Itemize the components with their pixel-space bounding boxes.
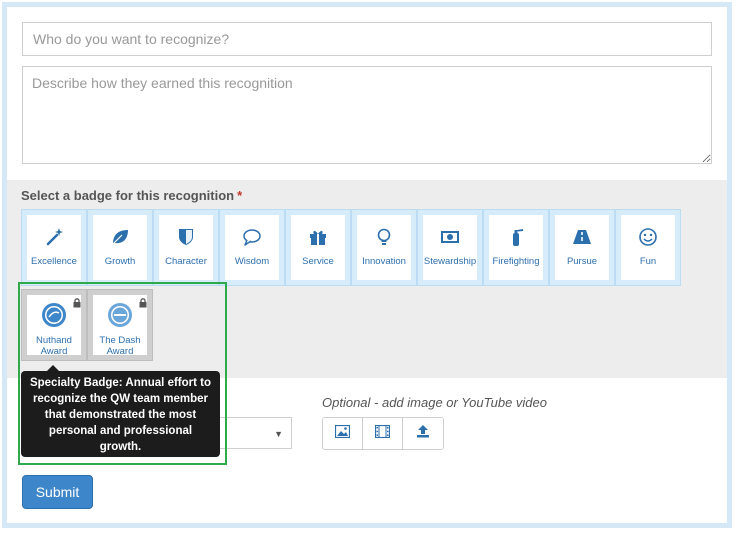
badge-service[interactable]: Service (285, 209, 351, 286)
badge-label: Stewardship (423, 256, 477, 267)
badge-label: Fun (639, 256, 657, 267)
smiley-icon (637, 226, 659, 248)
add-image-button[interactable] (323, 418, 363, 449)
badge-wisdom[interactable]: Wisdom (219, 209, 285, 286)
badge-label: Character (165, 256, 207, 267)
add-video-button[interactable] (363, 418, 403, 449)
badge-stewardship[interactable]: Stewardship (417, 209, 483, 286)
badge-section-label: Select a badge for this recognition * (21, 188, 243, 203)
media-button-group (322, 417, 444, 450)
badge-pursue[interactable]: Pursue (549, 209, 615, 286)
badge-innovation[interactable]: Innovation (351, 209, 417, 286)
highlight-box (18, 282, 227, 465)
image-icon (334, 424, 351, 443)
upload-icon (416, 424, 430, 443)
badge-excellence[interactable]: Excellence (21, 209, 87, 286)
description-textarea[interactable] (22, 66, 712, 164)
badge-growth[interactable]: Growth (87, 209, 153, 286)
badge-label: Growth (104, 256, 136, 267)
road-icon (571, 226, 593, 248)
badge-label: Innovation (362, 256, 406, 267)
badge-label: Pursue (566, 256, 598, 267)
badge-fun[interactable]: Fun (615, 209, 681, 286)
badge-label: Excellence (31, 256, 77, 267)
leaf-icon (109, 226, 131, 248)
money-icon (439, 226, 461, 248)
badge-label: Service (302, 256, 334, 267)
speech-bubble-icon (241, 226, 263, 248)
badge-character[interactable]: Character (153, 209, 219, 286)
caret-down-icon: ▼ (274, 429, 283, 439)
lightbulb-icon (373, 226, 395, 248)
badge-label: Wisdom (234, 256, 270, 267)
required-marker: * (237, 188, 243, 203)
shield-icon (175, 226, 197, 248)
badge-firefighting[interactable]: Firefighting (483, 209, 549, 286)
badge-label: Firefighting (492, 256, 540, 267)
submit-button[interactable]: Submit (22, 475, 93, 509)
recipient-input[interactable] (22, 22, 712, 56)
fire-extinguisher-icon (505, 226, 527, 248)
upload-button[interactable] (403, 418, 443, 449)
media-label: Optional - add image or YouTube video (322, 395, 547, 410)
gift-icon (307, 226, 329, 248)
magic-wand-icon (43, 226, 65, 248)
film-icon (374, 424, 391, 443)
